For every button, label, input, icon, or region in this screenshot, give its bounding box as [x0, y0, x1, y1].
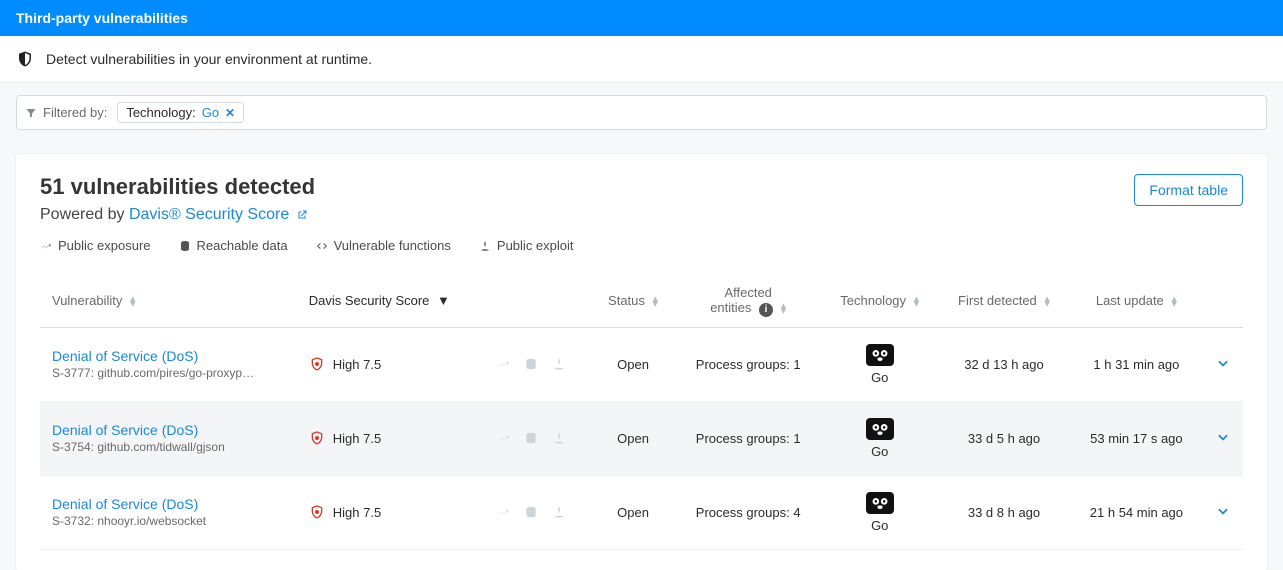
technology-cell: Go: [833, 344, 926, 385]
vulnerability-title[interactable]: Denial of Service (DoS): [52, 422, 285, 438]
status-cell: Open: [591, 475, 675, 549]
data-icon: [524, 431, 538, 445]
table-row[interactable]: Denial of Service (DoS) S-3732: nhooyr.i…: [40, 475, 1243, 549]
filter-input[interactable]: Filtered by: Technology: Go ✕: [16, 95, 1267, 130]
legend-public-exploit: Public exploit: [479, 238, 574, 253]
panel-subtitle: Powered by Davis® Security Score: [40, 206, 315, 224]
legend-vulnerable-functions: Vulnerable functions: [316, 238, 451, 253]
last-update-cell: 53 min 17 s ago: [1070, 401, 1203, 475]
sort-icon: ▴▾: [1044, 297, 1050, 307]
vulnerability-subtitle: S-3754: github.com/tidwall/gjson: [52, 440, 272, 454]
score-label: High 7.5: [333, 431, 381, 446]
chevron-down-icon[interactable]: [1216, 430, 1230, 444]
score-cell: High 7.5: [309, 356, 473, 372]
gopher-icon: [866, 344, 894, 366]
page-header: Third-party vulnerabilities: [0, 0, 1283, 36]
table-row[interactable]: Denial of Service (DoS) S-3754: github.c…: [40, 401, 1243, 475]
data-icon: [524, 357, 538, 371]
filter-label: Filtered by:: [25, 105, 107, 120]
filter-row: Filtered by: Technology: Go ✕: [0, 83, 1283, 142]
external-link-icon: [296, 209, 308, 221]
vulnerability-subtitle: S-3777: github.com/pires/go-proxyp…: [52, 366, 272, 380]
gopher-icon: [866, 492, 894, 514]
col-indicators: [484, 275, 591, 327]
status-cell: Open: [591, 327, 675, 401]
sort-icon: ▴▾: [1171, 297, 1177, 307]
sort-desc-icon: ▼: [437, 293, 450, 308]
code-icon: [316, 240, 328, 252]
score-cell: High 7.5: [309, 504, 473, 520]
status-cell: Open: [591, 401, 675, 475]
page-title: Third-party vulnerabilities: [16, 10, 188, 26]
shield-icon: [16, 50, 34, 68]
score-label: High 7.5: [333, 357, 381, 372]
exploit-icon: [552, 505, 566, 519]
sort-icon: ▴▾: [914, 297, 920, 307]
subtitle-bar: Detect vulnerabilities in your environme…: [0, 36, 1283, 83]
table-row[interactable]: Denial of Service (DoS) S-3777: github.c…: [40, 327, 1243, 401]
filter-chip-technology[interactable]: Technology: Go ✕: [117, 102, 244, 123]
technology-cell: Go: [833, 492, 926, 533]
vulnerabilities-table: Vulnerability ▴▾ Davis Security Score ▼ …: [40, 275, 1243, 550]
funnel-icon: [25, 107, 37, 119]
vulnerability-subtitle: S-3732: nhooyr.io/websocket: [52, 514, 272, 528]
col-technology[interactable]: Technology ▴▾: [821, 275, 938, 327]
exposure-icon: [496, 505, 510, 519]
sort-icon: ▴▾: [781, 304, 787, 314]
indicator-icons: [496, 505, 579, 519]
col-affected[interactable]: Affected entities i ▴▾: [675, 275, 821, 327]
info-icon[interactable]: i: [759, 303, 773, 317]
data-icon: [179, 240, 191, 252]
score-cell: High 7.5: [309, 430, 473, 446]
technology-cell: Go: [833, 418, 926, 459]
first-detected-cell: 32 d 13 h ago: [938, 327, 1070, 401]
indicator-icons: [496, 357, 579, 371]
exploit-icon: [552, 357, 566, 371]
exposure-icon: [40, 240, 52, 252]
sort-icon: ▴▾: [653, 297, 659, 307]
exposure-icon: [496, 357, 510, 371]
col-status[interactable]: Status ▴▾: [591, 275, 675, 327]
main-panel: 51 vulnerabilities detected Powered by D…: [16, 154, 1267, 570]
technology-label: Go: [871, 370, 888, 385]
technology-label: Go: [871, 518, 888, 533]
legend: Public exposure Reachable data Vulnerabl…: [40, 238, 1243, 253]
exploit-icon: [479, 240, 491, 252]
col-expand: [1203, 275, 1243, 327]
filter-chip-key: Technology:: [126, 105, 195, 120]
format-table-button[interactable]: Format table: [1134, 174, 1243, 206]
first-detected-cell: 33 d 8 h ago: [938, 475, 1070, 549]
indicator-icons: [496, 431, 579, 445]
first-detected-cell: 33 d 5 h ago: [938, 401, 1070, 475]
subtitle-text: Detect vulnerabilities in your environme…: [46, 51, 372, 67]
chevron-down-icon[interactable]: [1216, 356, 1230, 370]
col-vulnerability[interactable]: Vulnerability ▴▾: [40, 275, 297, 327]
gopher-icon: [866, 418, 894, 440]
affected-cell: Process groups: 4: [675, 475, 821, 549]
technology-label: Go: [871, 444, 888, 459]
col-score[interactable]: Davis Security Score ▼: [297, 275, 485, 327]
exploit-icon: [552, 431, 566, 445]
last-update-cell: 1 h 31 min ago: [1070, 327, 1203, 401]
affected-cell: Process groups: 1: [675, 327, 821, 401]
chevron-down-icon[interactable]: [1216, 504, 1230, 518]
last-update-cell: 21 h 54 min ago: [1070, 475, 1203, 549]
col-first-detected[interactable]: First detected ▴▾: [938, 275, 1070, 327]
filter-chip-value: Go: [202, 105, 219, 120]
affected-cell: Process groups: 1: [675, 401, 821, 475]
col-last-update[interactable]: Last update ▴▾: [1070, 275, 1203, 327]
panel-title: 51 vulnerabilities detected: [40, 174, 315, 200]
legend-public-exposure: Public exposure: [40, 238, 151, 253]
vulnerability-title[interactable]: Denial of Service (DoS): [52, 348, 285, 364]
legend-reachable-data: Reachable data: [179, 238, 288, 253]
data-icon: [524, 505, 538, 519]
exposure-icon: [496, 431, 510, 445]
sort-icon: ▴▾: [130, 297, 136, 307]
score-label: High 7.5: [333, 505, 381, 520]
vulnerability-title[interactable]: Denial of Service (DoS): [52, 496, 285, 512]
davis-score-link[interactable]: Davis® Security Score: [129, 206, 308, 223]
filter-chip-remove-icon[interactable]: ✕: [225, 106, 235, 120]
